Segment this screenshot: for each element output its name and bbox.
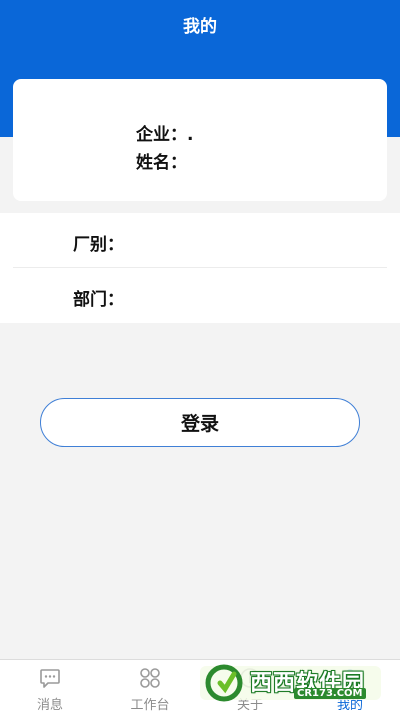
- tab-messages[interactable]: 消息: [0, 660, 100, 711]
- company-label: 企业：.: [136, 125, 194, 145]
- factory-label: 厂别：: [73, 235, 124, 255]
- login-button[interactable]: 登录: [40, 398, 360, 447]
- name-label: 姓名：: [136, 153, 187, 173]
- profile-card: 企业：. 姓名：: [13, 79, 387, 201]
- page-title: 我的: [183, 17, 217, 37]
- watermark-logo: 西西软件园 CR173.COM: [198, 662, 383, 704]
- message-icon: [40, 669, 60, 688]
- department-label: 部门：: [73, 290, 124, 310]
- tab-label: 消息: [36, 698, 63, 711]
- grid-icon: [140, 668, 160, 688]
- tab-label: 工作台: [130, 698, 170, 711]
- factory-row: 厂别：: [0, 213, 400, 268]
- department-row: 部门：: [0, 268, 400, 323]
- watermark-subtext: CR173.COM: [294, 688, 366, 699]
- info-section: 厂别： 部门：: [0, 213, 400, 323]
- my-page: 我的 企业：. 姓名： 厂别： 部门： 登录 消息 工作台 关于 我的 西西软件…: [0, 0, 400, 711]
- tab-workbench[interactable]: 工作台: [100, 660, 200, 711]
